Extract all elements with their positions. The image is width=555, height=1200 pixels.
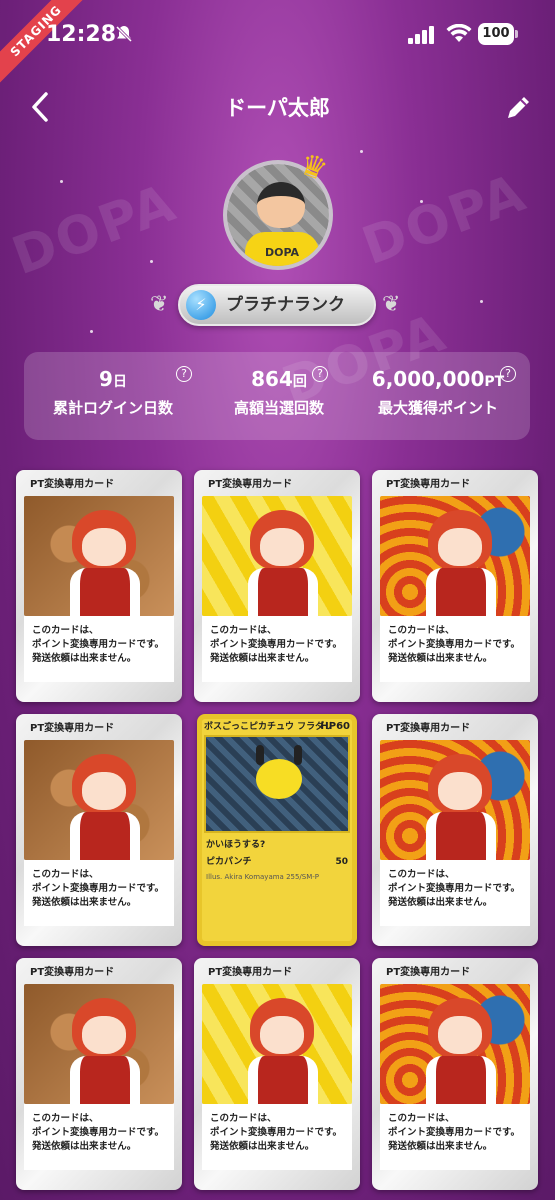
stat-label: 最大獲得ポイント (377, 399, 498, 417)
battery-tip (515, 30, 518, 38)
pokemon-card[interactable]: ボスごっこピカチュウ フラダリ HP60 かいほうする? ピカパンチ 50 Il… (197, 714, 357, 946)
sparkle (150, 260, 153, 263)
avatar-shirt-text: DOPA (245, 232, 319, 266)
card-header: PT変換専用カード (386, 723, 471, 734)
card-description: このカードは、 ポイント変換専用カードです。 発送依頼は出来ません。 (202, 1104, 352, 1170)
pt-card[interactable]: PT変換専用カード このカードは、 ポイント変換専用カードです。 発送依頼は出来ませ… (16, 714, 182, 946)
card-art (380, 984, 530, 1104)
watermark-logo: DOPA (354, 162, 535, 278)
help-icon[interactable]: ? (312, 366, 328, 382)
stat-value: 6,000,000 (371, 367, 485, 391)
battery-level: 100 (478, 23, 514, 45)
pokemon-damage: 50 (335, 857, 348, 867)
stat-unit: 日 (112, 374, 127, 390)
card-art (202, 984, 352, 1104)
card-art (380, 496, 530, 616)
stat-high-wins: 864回 高額当選回数 (204, 364, 354, 419)
pt-card[interactable]: PT変換専用カード このカードは、 ポイント変換専用カードです。 発送依頼は出来ませ… (372, 714, 538, 946)
card-description: このカードは、 ポイント変換専用カードです。 発送依頼は出来ません。 (24, 1104, 174, 1170)
card-description: このカードは、 ポイント変換専用カードです。 発送依頼は出来ません。 (24, 616, 174, 682)
card-art (24, 984, 174, 1104)
card-header: PT変換専用カード (386, 479, 471, 490)
pokemon-hp: HP60 (320, 721, 350, 732)
sparkle (90, 330, 93, 333)
card-header: PT変換専用カード (30, 723, 115, 734)
card-art (202, 496, 352, 616)
card-description: このカードは、 ポイント変換専用カードです。 発送依頼は出来ません。 (380, 616, 530, 682)
laurel-right-icon: ❦ (382, 292, 401, 317)
pokemon-attack: ピカパンチ (206, 857, 252, 867)
laurel-left-icon: ❦ (150, 292, 169, 317)
rank-badge[interactable]: ⚡ プラチナランク (178, 284, 376, 326)
card-header: PT変換専用カード (208, 479, 293, 490)
stats-panel: 9日 累計ログイン日数 ? 864回 高額当選回数 ? 6,000,000PT … (24, 352, 530, 440)
help-icon[interactable]: ? (176, 366, 192, 382)
sparkle (480, 300, 483, 303)
edit-pencil-icon[interactable] (504, 92, 534, 122)
wifi-icon (446, 24, 472, 42)
pokemon-footer: Illus. Akira Komayama 255/SM-P (206, 873, 320, 881)
top-nav: ドーパ太郎 (0, 84, 555, 130)
sparkle (360, 150, 363, 153)
pt-card[interactable]: PT変換専用カード このカードは、 ポイント変換専用カードです。 発送依頼は出来ませ… (194, 958, 360, 1190)
help-icon[interactable]: ? (500, 366, 516, 382)
pt-card[interactable]: PT変換専用カード このカードは、 ポイント変換専用カードです。 発送依頼は出来ませ… (372, 958, 538, 1190)
rank-label: プラチナランク (226, 295, 345, 315)
silent-bell-icon (115, 25, 133, 43)
sparkle (60, 180, 63, 183)
pokemon-card-header: ボスごっこピカチュウ フラダリ HP60 (202, 719, 352, 735)
pt-card[interactable]: PT変換専用カード このカードは、 ポイント変換専用カードです。 発送依頼は出来ませ… (16, 470, 182, 702)
pokemon-body: かいほうする? ピカパンチ 50 (202, 833, 352, 869)
card-art (24, 740, 174, 860)
card-description: このカードは、 ポイント変換専用カードです。 発送依頼は出来ません。 (380, 1104, 530, 1170)
card-description: このカードは、 ポイント変換専用カードです。 発送依頼は出来ません。 (380, 860, 530, 926)
pt-card[interactable]: PT変換専用カード このカードは、 ポイント変換専用カードです。 発送依頼は出来ませ… (372, 470, 538, 702)
watermark-logo: DOPA (4, 172, 185, 288)
status-time: 12:28 (46, 22, 117, 47)
stat-label: 累計ログイン日数 (52, 399, 173, 417)
stat-value: 9 (99, 367, 113, 391)
page-title: ドーパ太郎 (225, 96, 330, 120)
lightning-icon: ⚡ (186, 290, 216, 320)
card-description: このカードは、 ポイント変換専用カードです。 発送依頼は出来ません。 (24, 860, 174, 926)
card-header: PT変換専用カード (30, 479, 115, 490)
card-description: このカードは、 ポイント変換専用カードです。 発送依頼は出来ません。 (202, 616, 352, 682)
pikachu-illustration (256, 759, 302, 799)
pt-card[interactable]: PT変換専用カード このカードは、 ポイント変換専用カードです。 発送依頼は出来ませ… (16, 958, 182, 1190)
status-bar: STAGING 12:28 100 (0, 0, 555, 89)
pokemon-name: ボスごっこピカチュウ フラダリ (204, 722, 334, 732)
pokemon-art (204, 735, 350, 833)
avatar-face (257, 182, 305, 228)
stat-max-points: 6,000,000PT 最大獲得ポイント (352, 364, 524, 419)
stat-unit: 回 (292, 374, 307, 390)
pokemon-ability: かいほうする? (206, 840, 266, 850)
card-art (380, 740, 530, 860)
card-header: PT変換専用カード (386, 967, 471, 978)
card-header: PT変換専用カード (30, 967, 115, 978)
pt-card[interactable]: PT変換専用カード このカードは、 ポイント変換専用カードです。 発送依頼は出来ませ… (194, 470, 360, 702)
cellular-signal-icon (408, 26, 434, 44)
stat-label: 高額当選回数 (233, 399, 324, 417)
stat-value: 864 (251, 367, 293, 391)
card-header: PT変換専用カード (208, 967, 293, 978)
card-art (24, 496, 174, 616)
stat-login-days: 9日 累計ログイン日数 (38, 364, 188, 419)
